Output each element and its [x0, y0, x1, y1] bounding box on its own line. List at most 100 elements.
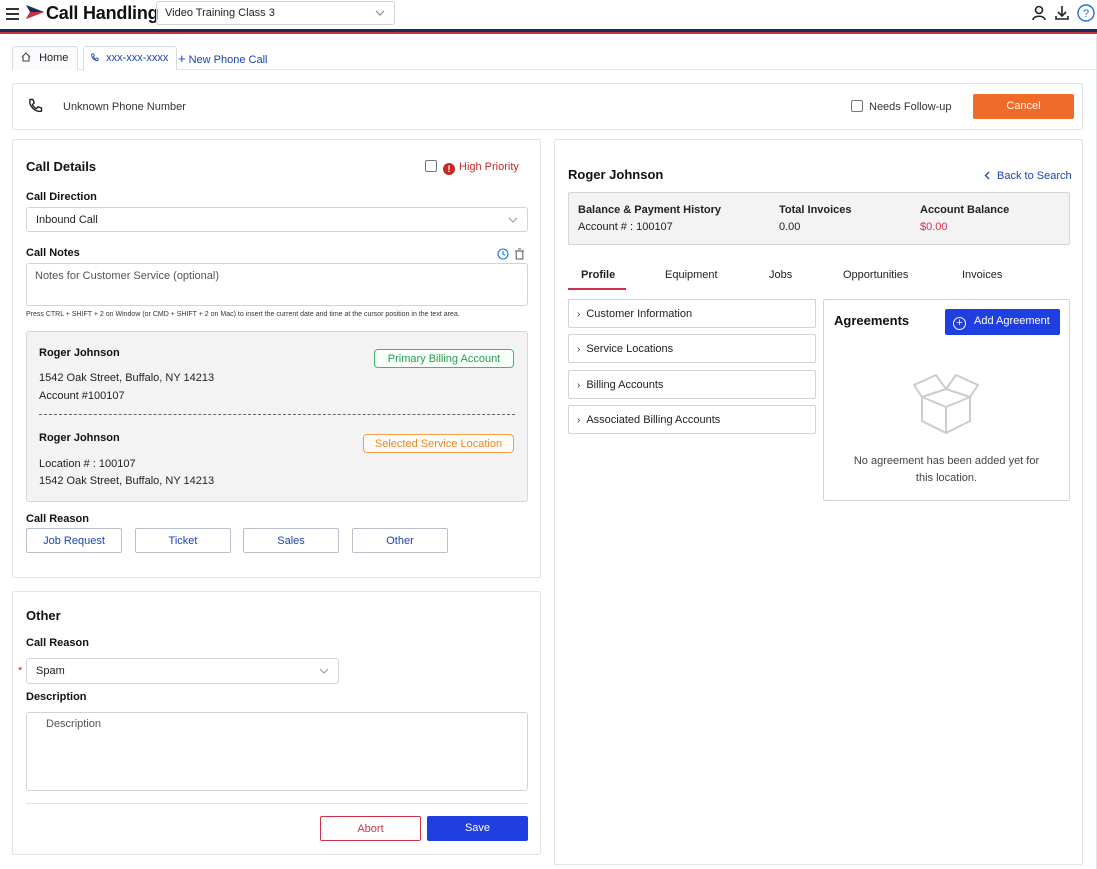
- back-to-search-label: Back to Search: [997, 170, 1072, 182]
- reason-job-request-button[interactable]: Job Request: [26, 528, 122, 553]
- section-billing-accounts[interactable]: › Billing Accounts: [568, 370, 816, 399]
- help-icon[interactable]: ?: [1077, 4, 1095, 25]
- section-label: Customer Information: [586, 308, 693, 320]
- service-location-number: Location # : 100107: [39, 458, 136, 470]
- user-icon[interactable]: [1032, 5, 1046, 24]
- high-priority-label: High Priority: [459, 161, 519, 173]
- total-invoices-value: 0.00: [779, 221, 801, 233]
- caller-phone-label: Unknown Phone Number: [63, 101, 186, 113]
- selected-service-location-badge: Selected Service Location: [363, 434, 514, 453]
- add-agreement-label: Add Agreement: [974, 315, 1050, 327]
- billing-address: 1542 Oak Street, Buffalo, NY 14213: [39, 372, 215, 384]
- needs-followup-label: Needs Follow-up: [869, 101, 952, 113]
- billing-account-number: Account #100107: [39, 390, 125, 402]
- tab-equipment[interactable]: Equipment: [665, 269, 718, 281]
- tab-profile[interactable]: Profile: [581, 269, 615, 281]
- empty-box-icon: [910, 369, 982, 442]
- billing-name: Roger Johnson: [39, 347, 120, 359]
- divider: [39, 414, 515, 415]
- cancel-button[interactable]: Cancel: [973, 94, 1074, 119]
- service-name: Roger Johnson: [39, 432, 120, 444]
- profile-tabs: Profile Equipment Jobs Opportunities Inv…: [568, 263, 1070, 291]
- divider: [26, 803, 528, 804]
- svg-text:?: ?: [1083, 8, 1089, 20]
- chevron-left-icon: [984, 170, 997, 182]
- reason-ticket-button[interactable]: Ticket: [135, 528, 231, 553]
- other-call-reason-label: Call Reason: [26, 637, 89, 649]
- tab-phone-label: xxx-xxx-xxxx: [106, 52, 169, 64]
- call-details-card: Call Details ! High Priority Call Directi…: [12, 139, 541, 578]
- download-icon[interactable]: [1055, 5, 1069, 24]
- tab-home-label: Home: [39, 52, 69, 64]
- hamburger-menu-icon[interactable]: [6, 8, 19, 20]
- tab-invoices[interactable]: Invoices: [962, 269, 1002, 281]
- call-notes-label: Call Notes: [26, 247, 80, 259]
- description-label: Description: [26, 691, 87, 703]
- chevron-right-icon: ›: [577, 344, 581, 355]
- section-label: Billing Accounts: [586, 379, 664, 391]
- home-icon: [21, 52, 39, 64]
- no-agreement-message: No agreement has been added yet for this…: [853, 455, 1040, 484]
- abort-button[interactable]: Abort: [320, 816, 421, 841]
- description-placeholder: Description: [46, 718, 102, 730]
- reason-sales-button[interactable]: Sales: [243, 528, 339, 553]
- plus-circle-icon: +: [953, 317, 966, 330]
- top-bar: Call Handling Video Training Class 3 ?: [0, 0, 1097, 29]
- call-direction-select[interactable]: Inbound Call: [26, 207, 528, 232]
- class-select[interactable]: Video Training Class 3: [156, 1, 395, 25]
- agreements-title: Agreements: [834, 313, 910, 328]
- back-to-search-link[interactable]: Back to Search: [984, 170, 1072, 182]
- call-details-title: Call Details: [26, 159, 97, 174]
- app-title: Call Handling: [46, 3, 159, 23]
- total-invoices-label: Total Invoices: [779, 204, 852, 216]
- new-phone-call-label: New Phone Call: [188, 54, 268, 66]
- account-balance-label: Account Balance: [920, 204, 1010, 216]
- checkbox-box[interactable]: [851, 100, 863, 112]
- customer-name: Roger Johnson: [568, 167, 664, 182]
- page-tabs: Home xxx-xxx-xxxx + New Phone Call: [12, 46, 1097, 70]
- phone-icon: [90, 52, 106, 64]
- section-service-locations[interactable]: › Service Locations: [568, 334, 816, 363]
- alert-icon: !: [443, 163, 455, 175]
- active-tab-indicator: [568, 288, 626, 290]
- agreements-panel: Agreements + Add Agreement No agreement h…: [823, 299, 1070, 501]
- section-customer-information[interactable]: › Customer Information: [568, 299, 816, 328]
- chevron-down-icon: [319, 666, 329, 678]
- tab-jobs[interactable]: Jobs: [769, 269, 792, 281]
- high-priority-checkbox[interactable]: [425, 160, 437, 172]
- description-textarea[interactable]: Description: [26, 712, 528, 791]
- save-button[interactable]: Save: [427, 816, 528, 841]
- clock-icon[interactable]: [497, 248, 509, 263]
- section-associated-billing-accounts[interactable]: › Associated Billing Accounts: [568, 405, 816, 434]
- notes-shortcut-hint: Press CTRL + SHIFT + 2 on Window (or CMD…: [26, 311, 460, 318]
- call-header-card: Unknown Phone Number Needs Follow-up Can…: [12, 83, 1083, 130]
- chevron-right-icon: ›: [577, 380, 581, 391]
- add-agreement-button[interactable]: + Add Agreement: [945, 309, 1060, 335]
- notes-actions: [497, 248, 525, 263]
- primary-billing-badge: Primary Billing Account: [374, 349, 514, 368]
- tab-phone-call[interactable]: xxx-xxx-xxxx: [83, 46, 177, 70]
- other-title: Other: [26, 608, 61, 623]
- other-call-reason-value: Spam: [36, 665, 65, 677]
- call-notes-textarea[interactable]: Notes for Customer Service (optional): [26, 263, 528, 306]
- customer-panel: Roger Johnson Back to Search Balance & P…: [554, 139, 1083, 865]
- reason-other-button[interactable]: Other: [352, 528, 448, 553]
- call-direction-label: Call Direction: [26, 191, 97, 203]
- needs-followup-checkbox[interactable]: Needs Follow-up: [851, 100, 952, 113]
- balance-summary-box: Balance & Payment History Account # : 10…: [568, 192, 1070, 245]
- trash-icon[interactable]: [514, 248, 525, 263]
- chevron-right-icon: ›: [577, 309, 581, 320]
- chevron-right-icon: ›: [577, 415, 581, 426]
- other-reason-card: Other Call Reason * Spam Description Des…: [12, 591, 541, 855]
- account-summary-box: Roger Johnson Primary Billing Account 15…: [26, 331, 528, 502]
- other-call-reason-select[interactable]: Spam: [26, 658, 339, 684]
- tab-opportunities[interactable]: Opportunities: [843, 269, 908, 281]
- plus-icon: +: [178, 51, 186, 66]
- account-balance-value: $0.00: [920, 221, 948, 233]
- high-priority-toggle[interactable]: ! High Priority: [425, 160, 519, 175]
- tab-home[interactable]: Home: [12, 46, 78, 70]
- call-reason-label: Call Reason: [26, 513, 89, 525]
- customer-account-number: Account # : 100107: [578, 221, 673, 233]
- new-phone-call-link[interactable]: + New Phone Call: [178, 51, 267, 66]
- chevron-down-icon: [375, 8, 385, 20]
